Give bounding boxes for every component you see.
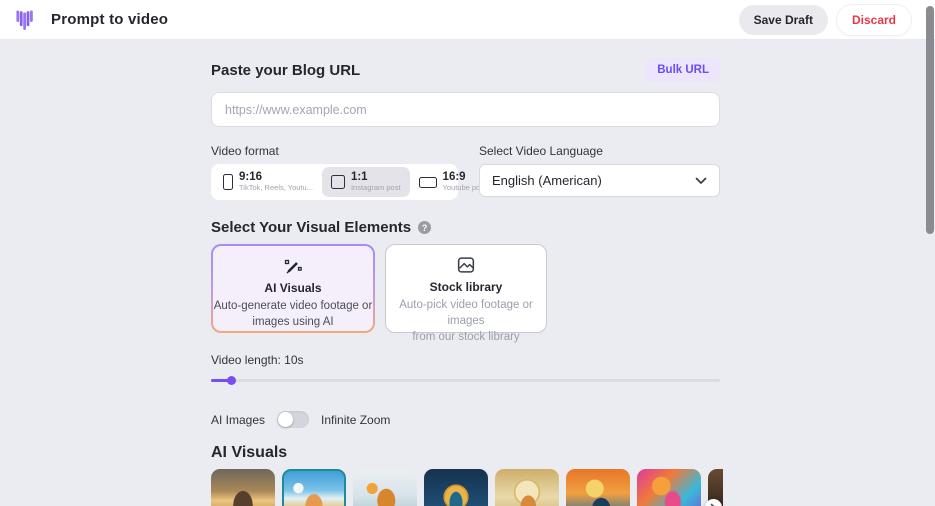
infinite-zoom-label: Infinite Zoom — [321, 413, 390, 427]
ai-images-label: AI Images — [211, 413, 265, 427]
style-thumb-3d-model[interactable] — [211, 469, 275, 506]
ai-visuals-heading: AI Visuals — [211, 444, 720, 462]
style-thumb-art-deco[interactable] — [424, 469, 488, 506]
square-ratio-icon — [331, 175, 345, 189]
style-thumb-abstract[interactable] — [353, 469, 417, 506]
main-content: Paste your Blog URL Bulk URL Video forma… — [211, 40, 720, 506]
video-length-label: Video length: 10s — [211, 353, 720, 367]
style-thumb-constructivism[interactable] — [566, 469, 630, 506]
save-draft-button[interactable]: Save Draft — [739, 5, 828, 35]
page-title: Prompt to video — [51, 11, 168, 28]
style-thumb-psychedelic[interactable] — [637, 469, 701, 506]
language-value: English (American) — [492, 173, 602, 188]
visual-elements-heading: Select Your Visual Elements — [211, 219, 411, 236]
language-label: Select Video Language — [479, 144, 720, 158]
language-dropdown[interactable]: English (American) — [479, 164, 720, 197]
chevron-right-icon — [710, 503, 717, 506]
format-desc: TikTok, Reels, Youtu... — [239, 184, 313, 193]
blog-url-input[interactable] — [211, 92, 720, 127]
chevron-down-icon — [695, 177, 707, 185]
video-format-group: 9:16 TikTok, Reels, Youtu... 1:1 Instagr… — [211, 164, 458, 200]
scrollbar-thumb[interactable] — [926, 6, 934, 234]
app-logo-icon — [15, 8, 35, 32]
stock-library-card[interactable]: Stock library Auto-pick video footage or… — [385, 244, 547, 333]
slider-thumb[interactable] — [227, 376, 236, 385]
stock-library-card-desc-line2: from our stock library — [386, 329, 546, 345]
video-format-label: Video format — [211, 144, 458, 158]
style-thumb-art-nouveau[interactable] — [495, 469, 559, 506]
portrait-ratio-icon — [223, 174, 233, 190]
stock-library-card-title: Stock library — [386, 280, 546, 294]
page-scrollbar[interactable] — [925, 0, 935, 506]
video-length-slider[interactable] — [211, 376, 720, 385]
top-bar: Prompt to video Save Draft Discard — [0, 0, 935, 40]
help-circle-icon[interactable]: ? — [418, 221, 431, 234]
ai-images-infinite-zoom-toggle[interactable] — [277, 411, 309, 428]
style-thumb-anime[interactable] — [282, 469, 346, 506]
format-option-9-16[interactable]: 9:16 TikTok, Reels, Youtu... — [214, 167, 322, 197]
magic-pen-icon — [281, 255, 305, 277]
landscape-ratio-icon — [419, 177, 437, 188]
format-desc: Instagram post — [351, 184, 401, 193]
bulk-url-button[interactable]: Bulk URL — [646, 58, 720, 82]
image-icon — [455, 254, 477, 276]
style-carousel — [211, 469, 723, 506]
toggle-knob[interactable] — [278, 412, 293, 427]
slider-track[interactable] — [211, 379, 720, 382]
format-option-1-1[interactable]: 1:1 Instagram post — [322, 167, 410, 197]
discard-button[interactable]: Discard — [837, 5, 911, 35]
ai-visuals-card-desc-line2: images using AI — [213, 314, 373, 330]
stock-library-card-desc-line1: Auto-pick video footage or images — [386, 297, 546, 329]
ai-visuals-card[interactable]: AI Visuals Auto-generate video footage o… — [211, 244, 375, 333]
ai-visuals-card-title: AI Visuals — [213, 281, 373, 295]
blog-url-heading: Paste your Blog URL — [211, 62, 360, 79]
ai-visuals-card-desc-line1: Auto-generate video footage or — [213, 298, 373, 314]
